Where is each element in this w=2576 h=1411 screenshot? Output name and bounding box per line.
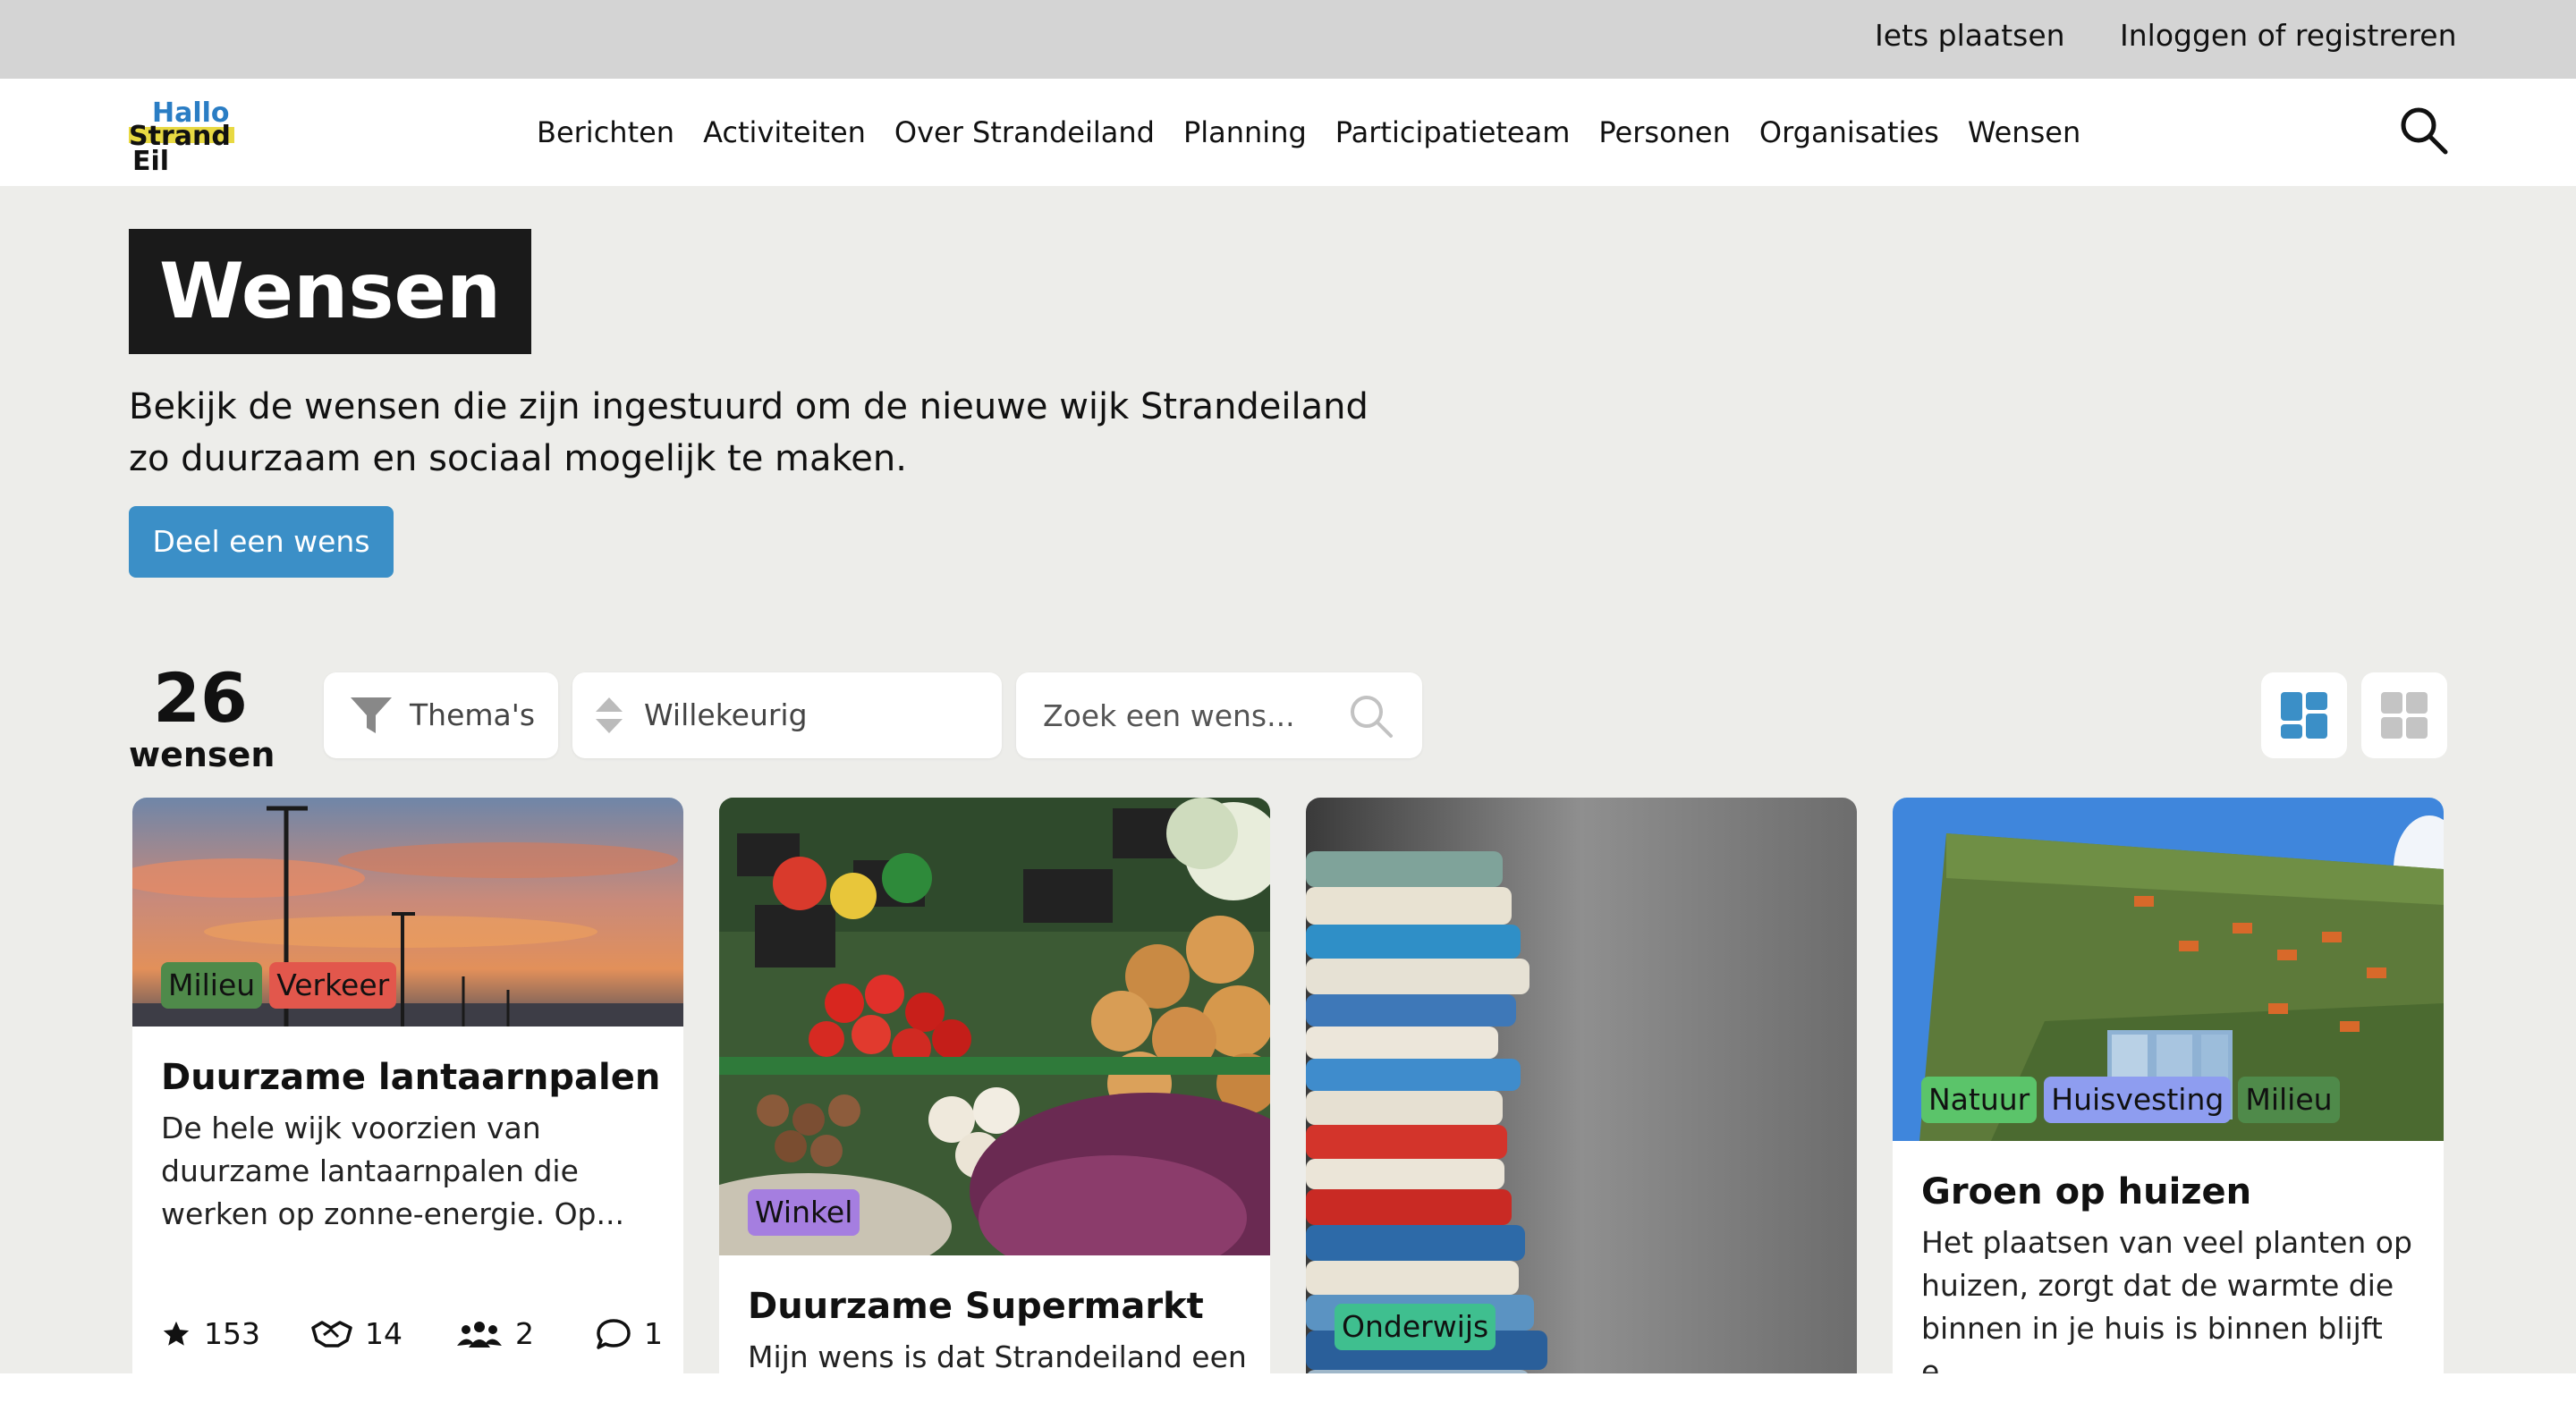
- large-grid-view-button[interactable]: [2261, 672, 2347, 758]
- wish-card-supermarkt[interactable]: Winkel Duurzame Supermarkt Mijn wens is …: [719, 798, 1270, 1411]
- tag-onderwijs[interactable]: Onderwijs: [1335, 1304, 1496, 1350]
- stat-stars-value: 153: [204, 1316, 260, 1351]
- people-icon: [457, 1322, 502, 1348]
- post-something-link[interactable]: Iets plaatsen: [1875, 18, 2065, 53]
- tag-huisvesting[interactable]: Huisvesting: [2044, 1077, 2232, 1123]
- handshake-icon: [311, 1321, 352, 1348]
- card-tags: Onderwijs: [1335, 1304, 1496, 1350]
- stat-support-value: 14: [365, 1316, 402, 1351]
- page-intro: Bekijk de wensen die zijn ingestuurd om …: [129, 386, 1368, 479]
- sort-select-value: Willekeurig: [644, 697, 808, 732]
- card-stats: 153 14 2 1: [161, 1314, 663, 1354]
- utility-bar: Iets plaatsen Inloggen of registreren: [0, 0, 2576, 79]
- nav-item-activiteiten[interactable]: Activiteiten: [703, 113, 866, 152]
- stat-support: 14: [311, 1314, 402, 1354]
- nav-item-organisaties[interactable]: Organisaties: [1759, 113, 1939, 152]
- logo-graphic: Hallo Strand Eil: [129, 97, 234, 173]
- card-description: Het plaatsen van veel planten op huizen,…: [1921, 1225, 2412, 1389]
- viewport-bottom-strip: [0, 1373, 2576, 1411]
- tag-winkel[interactable]: Winkel: [748, 1189, 860, 1236]
- nav-item-personen[interactable]: Personen: [1598, 113, 1731, 152]
- search-field-icon[interactable]: [1349, 694, 1394, 739]
- filter-icon: [351, 697, 392, 733]
- tag-milieu[interactable]: Milieu: [2238, 1077, 2340, 1123]
- themes-filter-label: Thema's: [410, 697, 536, 732]
- wish-card-onderwijs[interactable]: Onderwijs: [1306, 798, 1857, 1411]
- sort-arrows-icon: [596, 697, 623, 733]
- card-image-vegetable-market: [719, 798, 1270, 1255]
- nav-item-planning[interactable]: Planning: [1183, 113, 1307, 152]
- card-title[interactable]: Groen op huizen: [1921, 1171, 2422, 1212]
- themes-filter[interactable]: Thema's: [324, 672, 558, 758]
- card-tags: Natuur Huisvesting Milieu: [1921, 1077, 2340, 1123]
- wish-count-label: wensen: [129, 735, 275, 774]
- nav-item-participatieteam[interactable]: Participatieteam: [1335, 113, 1571, 152]
- card-description: Mijn wens is dat Strandeiland een: [748, 1339, 1247, 1374]
- card-title[interactable]: Duurzame Supermarkt: [748, 1286, 1249, 1327]
- search-wish-input[interactable]: [1043, 672, 1338, 758]
- comment-icon: [597, 1319, 631, 1349]
- site-logo[interactable]: Hallo Strand Eil: [129, 93, 245, 173]
- grid-large-icon: [2281, 692, 2327, 739]
- stat-comments[interactable]: 1: [596, 1314, 663, 1354]
- login-register-link[interactable]: Inloggen of registreren: [2120, 18, 2457, 53]
- nav-item-wensen[interactable]: Wensen: [1968, 113, 2080, 152]
- tag-milieu[interactable]: Milieu: [161, 962, 263, 1009]
- tag-natuur[interactable]: Natuur: [1921, 1077, 2038, 1123]
- page-title: Wensen: [129, 229, 532, 354]
- search-wish-field: [1016, 672, 1422, 758]
- wish-card-groen-op-huizen[interactable]: Natuur Huisvesting Milieu Groen op huize…: [1893, 798, 2444, 1411]
- card-title[interactable]: Duurzame lantaarnpalen: [161, 1057, 662, 1098]
- stat-comments-value: 1: [644, 1316, 663, 1351]
- card-description: De hele wijk voorzien van duurzame lanta…: [161, 1111, 624, 1231]
- grid-small-icon: [2381, 692, 2428, 739]
- stat-people-value: 2: [515, 1316, 534, 1351]
- wish-count-number: 26: [153, 658, 248, 738]
- share-wish-button[interactable]: Deel een wens: [129, 506, 394, 578]
- tag-verkeer[interactable]: Verkeer: [269, 962, 397, 1009]
- logo-text-eil: Eil: [132, 146, 169, 173]
- wish-count: 26 wensen: [129, 658, 275, 774]
- card-tags: Winkel: [748, 1189, 860, 1236]
- stat-stars: 153: [161, 1314, 260, 1354]
- search-button[interactable]: [2399, 106, 2449, 156]
- nav-item-over-strandeiland[interactable]: Over Strandeiland: [894, 113, 1155, 152]
- nav-item-berichten[interactable]: Berichten: [537, 113, 674, 152]
- search-icon: [2401, 107, 2448, 155]
- stat-people: 2: [456, 1314, 534, 1354]
- card-tags: Milieu Verkeer: [161, 962, 397, 1009]
- star-icon: [163, 1321, 190, 1346]
- sort-select[interactable]: Willekeurig: [572, 672, 1002, 758]
- small-grid-view-button[interactable]: [2361, 672, 2447, 758]
- nav-links: Berichten Activiteiten Over Strandeiland…: [537, 113, 2109, 152]
